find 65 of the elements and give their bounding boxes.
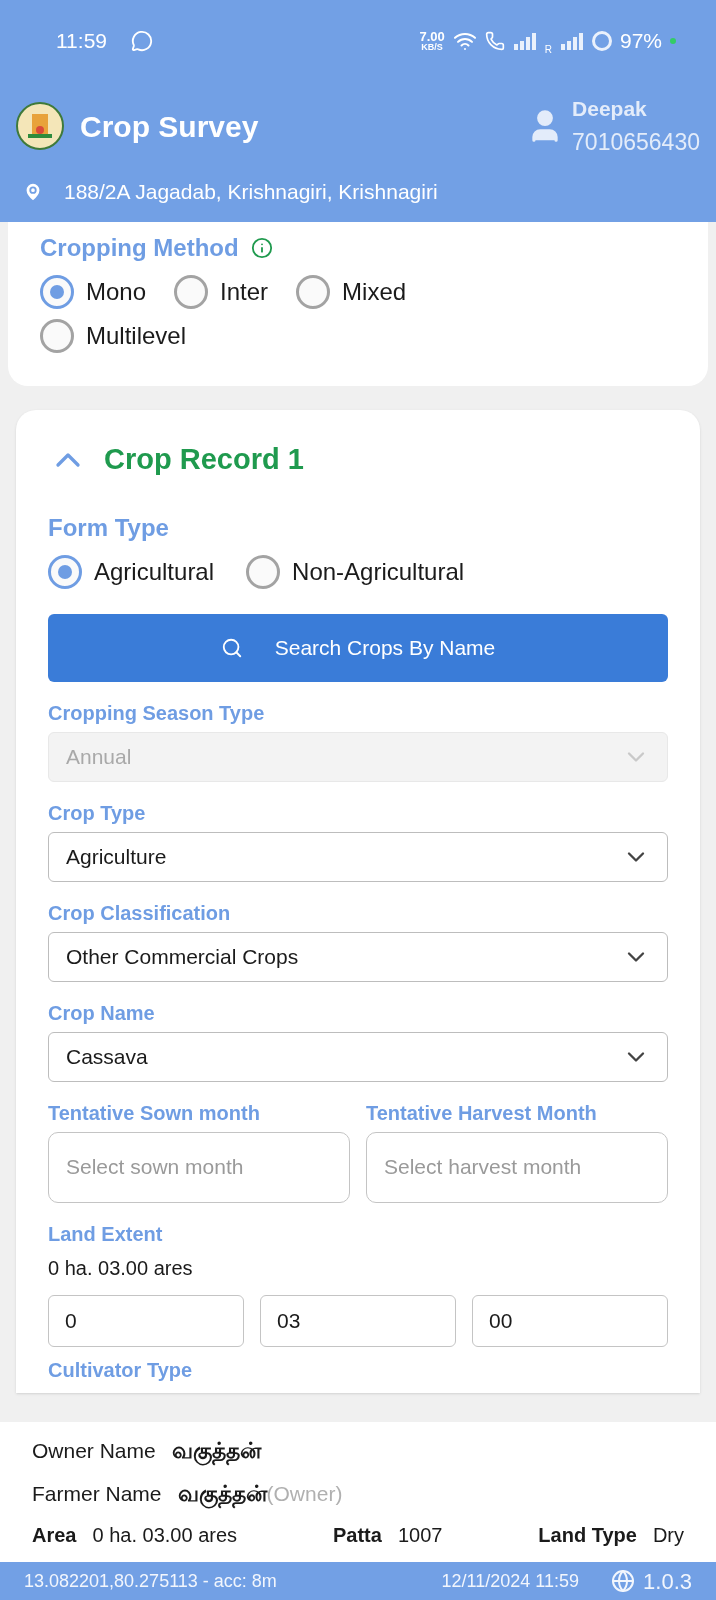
battery-ring-icon: [591, 31, 612, 51]
radio-label: Mono: [86, 277, 147, 307]
network-speed: 7.00: [419, 30, 445, 43]
dropdown-field[interactable]: Agriculture: [48, 831, 668, 882]
field-label: Cultivator Type: [48, 1357, 194, 1383]
owner-label: Owner Name: [32, 1437, 156, 1464]
search-icon: [220, 636, 243, 659]
fact-value: Dry: [652, 1523, 684, 1548]
radio-button[interactable]: [40, 275, 74, 309]
info-icon[interactable]: [250, 237, 273, 259]
clock: 11:59: [56, 28, 107, 55]
field-label: Cropping Season Type: [48, 700, 266, 726]
field-label: Tentative Sown month: [48, 1100, 261, 1126]
fact-label: Land Type: [538, 1523, 637, 1548]
field-label: Crop Name: [48, 1000, 156, 1026]
extent-input[interactable]: 00: [472, 1294, 668, 1347]
gps-reading: 13.082201,80.275113 - acc: 8m: [24, 1569, 277, 1593]
speed-unit: KB/S: [421, 43, 443, 52]
user-phone: 7010656430: [572, 127, 700, 157]
radio-label: Multilevel: [86, 321, 187, 351]
radio-label: Agricultural: [94, 556, 215, 587]
signal-icon: [512, 31, 537, 51]
user-name: Deepak: [572, 96, 648, 122]
radio-label: Mixed: [342, 277, 407, 307]
owner-value: வகுத்தன்: [171, 1434, 261, 1467]
farmer-role: (Owner): [266, 1480, 343, 1505]
search-crops-button[interactable]: Search Crops By Name: [48, 613, 668, 682]
radio-button[interactable]: [48, 554, 82, 589]
radio-button[interactable]: [246, 554, 281, 589]
month-field[interactable]: Select harvest month: [366, 1131, 668, 1203]
globe-icon: [611, 1569, 636, 1593]
emblem-logo: [16, 102, 64, 150]
radio-button[interactable]: [174, 275, 209, 309]
fact-label: Patta: [333, 1523, 382, 1548]
dropdown-field[interactable]: Other Commercial Crops: [48, 931, 668, 982]
battery-level: 97%: [619, 28, 662, 55]
farmer-value: வகுத்தன்: [177, 1477, 267, 1510]
radio-label: Non-Agricultural: [292, 556, 465, 587]
record-header[interactable]: Crop Record 1: [48, 438, 304, 482]
signal-icon: [559, 31, 584, 51]
farmer-label: Farmer Name: [32, 1480, 162, 1507]
extent-input[interactable]: 03: [260, 1294, 456, 1347]
month-field[interactable]: Select sown month: [48, 1131, 350, 1203]
extent-input[interactable]: 0: [48, 1294, 244, 1347]
radio-button[interactable]: [40, 319, 74, 353]
field-label: Land Extent: [48, 1221, 164, 1247]
chat-icon: [131, 30, 153, 52]
fact-value: 1007: [397, 1523, 443, 1548]
phone-icon: [484, 31, 505, 51]
field-label: Crop Type: [48, 800, 147, 826]
address-text: 188/2A Jagadab, Krishnagiri, Krishnagiri: [64, 179, 438, 206]
radio-button[interactable]: [296, 275, 331, 309]
field-label: Tentative Harvest Month: [366, 1100, 598, 1126]
fact-label: Area: [32, 1523, 77, 1548]
section-title: Cropping Method: [40, 233, 239, 263]
field-label: Crop Classification: [48, 900, 232, 926]
radio-label: Inter: [220, 277, 269, 307]
dropdown-field[interactable]: Cassava: [48, 1031, 668, 1082]
land-extent-summary: 0 ha. 03.00 ares: [48, 1255, 194, 1281]
fact-value: 0 ha. 03.00 ares: [92, 1523, 238, 1548]
section-title: Form Type: [48, 512, 170, 543]
app-title: Crop Survey: [80, 108, 260, 145]
app-version: 1.0.3: [643, 1567, 692, 1596]
date-time: 12/11/2024 11:59: [441, 1569, 580, 1593]
roaming-mark: R: [544, 42, 552, 57]
